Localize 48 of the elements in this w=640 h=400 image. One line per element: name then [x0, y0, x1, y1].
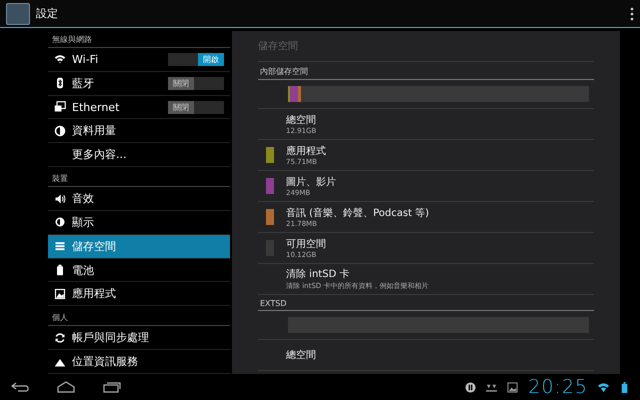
- storage-item-label: 總空間: [286, 114, 316, 127]
- storage-item-label: 總空間: [286, 348, 316, 362]
- battery-icon: [619, 382, 630, 392]
- wifi-icon: [54, 53, 66, 66]
- pause-icon[interactable]: [465, 382, 476, 392]
- storage-item-label: 可用空間: [286, 238, 326, 251]
- settings-app-icon[interactable]: [6, 2, 30, 24]
- settings-item[interactable]: 位置資訊服務: [48, 350, 230, 374]
- clock: 20:25: [528, 376, 588, 398]
- settings-item[interactable]: Wi-Fi 開啟: [48, 48, 230, 72]
- menu-icon[interactable]: [630, 6, 634, 20]
- storage-item-label: 應用程式: [286, 144, 326, 158]
- settings-item[interactable]: 音效: [48, 187, 230, 211]
- settings-item[interactable]: 資料用量: [48, 119, 230, 144]
- back-icon[interactable]: [10, 381, 30, 393]
- toggle-switch[interactable]: 關閉: [168, 76, 224, 90]
- picture-icon: [54, 288, 66, 300]
- settings-item[interactable]: 電池: [48, 258, 230, 282]
- home-icon[interactable]: [56, 381, 76, 393]
- brightness-icon: [54, 216, 66, 228]
- section-header: 裝置: [48, 167, 230, 188]
- section-header: 無線與網路: [48, 28, 230, 48]
- storage-item-label: 清除 intSD 卡: [286, 268, 350, 281]
- settings-item[interactable]: 應用程式: [48, 282, 230, 306]
- settings-item[interactable]: 儲存空間: [48, 234, 230, 259]
- app-title: 設定: [36, 6, 58, 21]
- panel-title: 儲存空間: [258, 39, 594, 62]
- storage-item-label: 圖片、影片: [286, 176, 336, 189]
- toggle-switch[interactable]: 開啟: [168, 52, 224, 66]
- group-header: EXTSD: [258, 295, 594, 311]
- storage-item-label: 音訊 (音樂、鈴聲、Podcast 等): [286, 206, 430, 220]
- wifi-signal-icon: [598, 382, 609, 392]
- toggle-switch[interactable]: 關閉: [168, 100, 224, 114]
- bluetooth-icon: [54, 77, 66, 90]
- settings-item[interactable]: 更多內容...: [48, 143, 230, 168]
- settings-item[interactable]: 藍牙 關閉: [48, 72, 230, 96]
- speaker-icon: [54, 192, 66, 205]
- section-header: 個人: [48, 306, 230, 326]
- network-icon: [54, 101, 66, 114]
- pie-chart-icon: [54, 124, 66, 137]
- recent-apps-icon[interactable]: [102, 381, 122, 393]
- image-icon[interactable]: [507, 382, 518, 392]
- battery-icon: [54, 264, 66, 276]
- settings-item[interactable]: 帳戶與同步處理: [48, 326, 230, 350]
- storage-icon: [54, 240, 66, 252]
- settings-item[interactable]: Ethernet 關閉: [48, 96, 230, 120]
- group-header: 內部儲存空間: [258, 62, 594, 80]
- sync-icon: [54, 332, 66, 344]
